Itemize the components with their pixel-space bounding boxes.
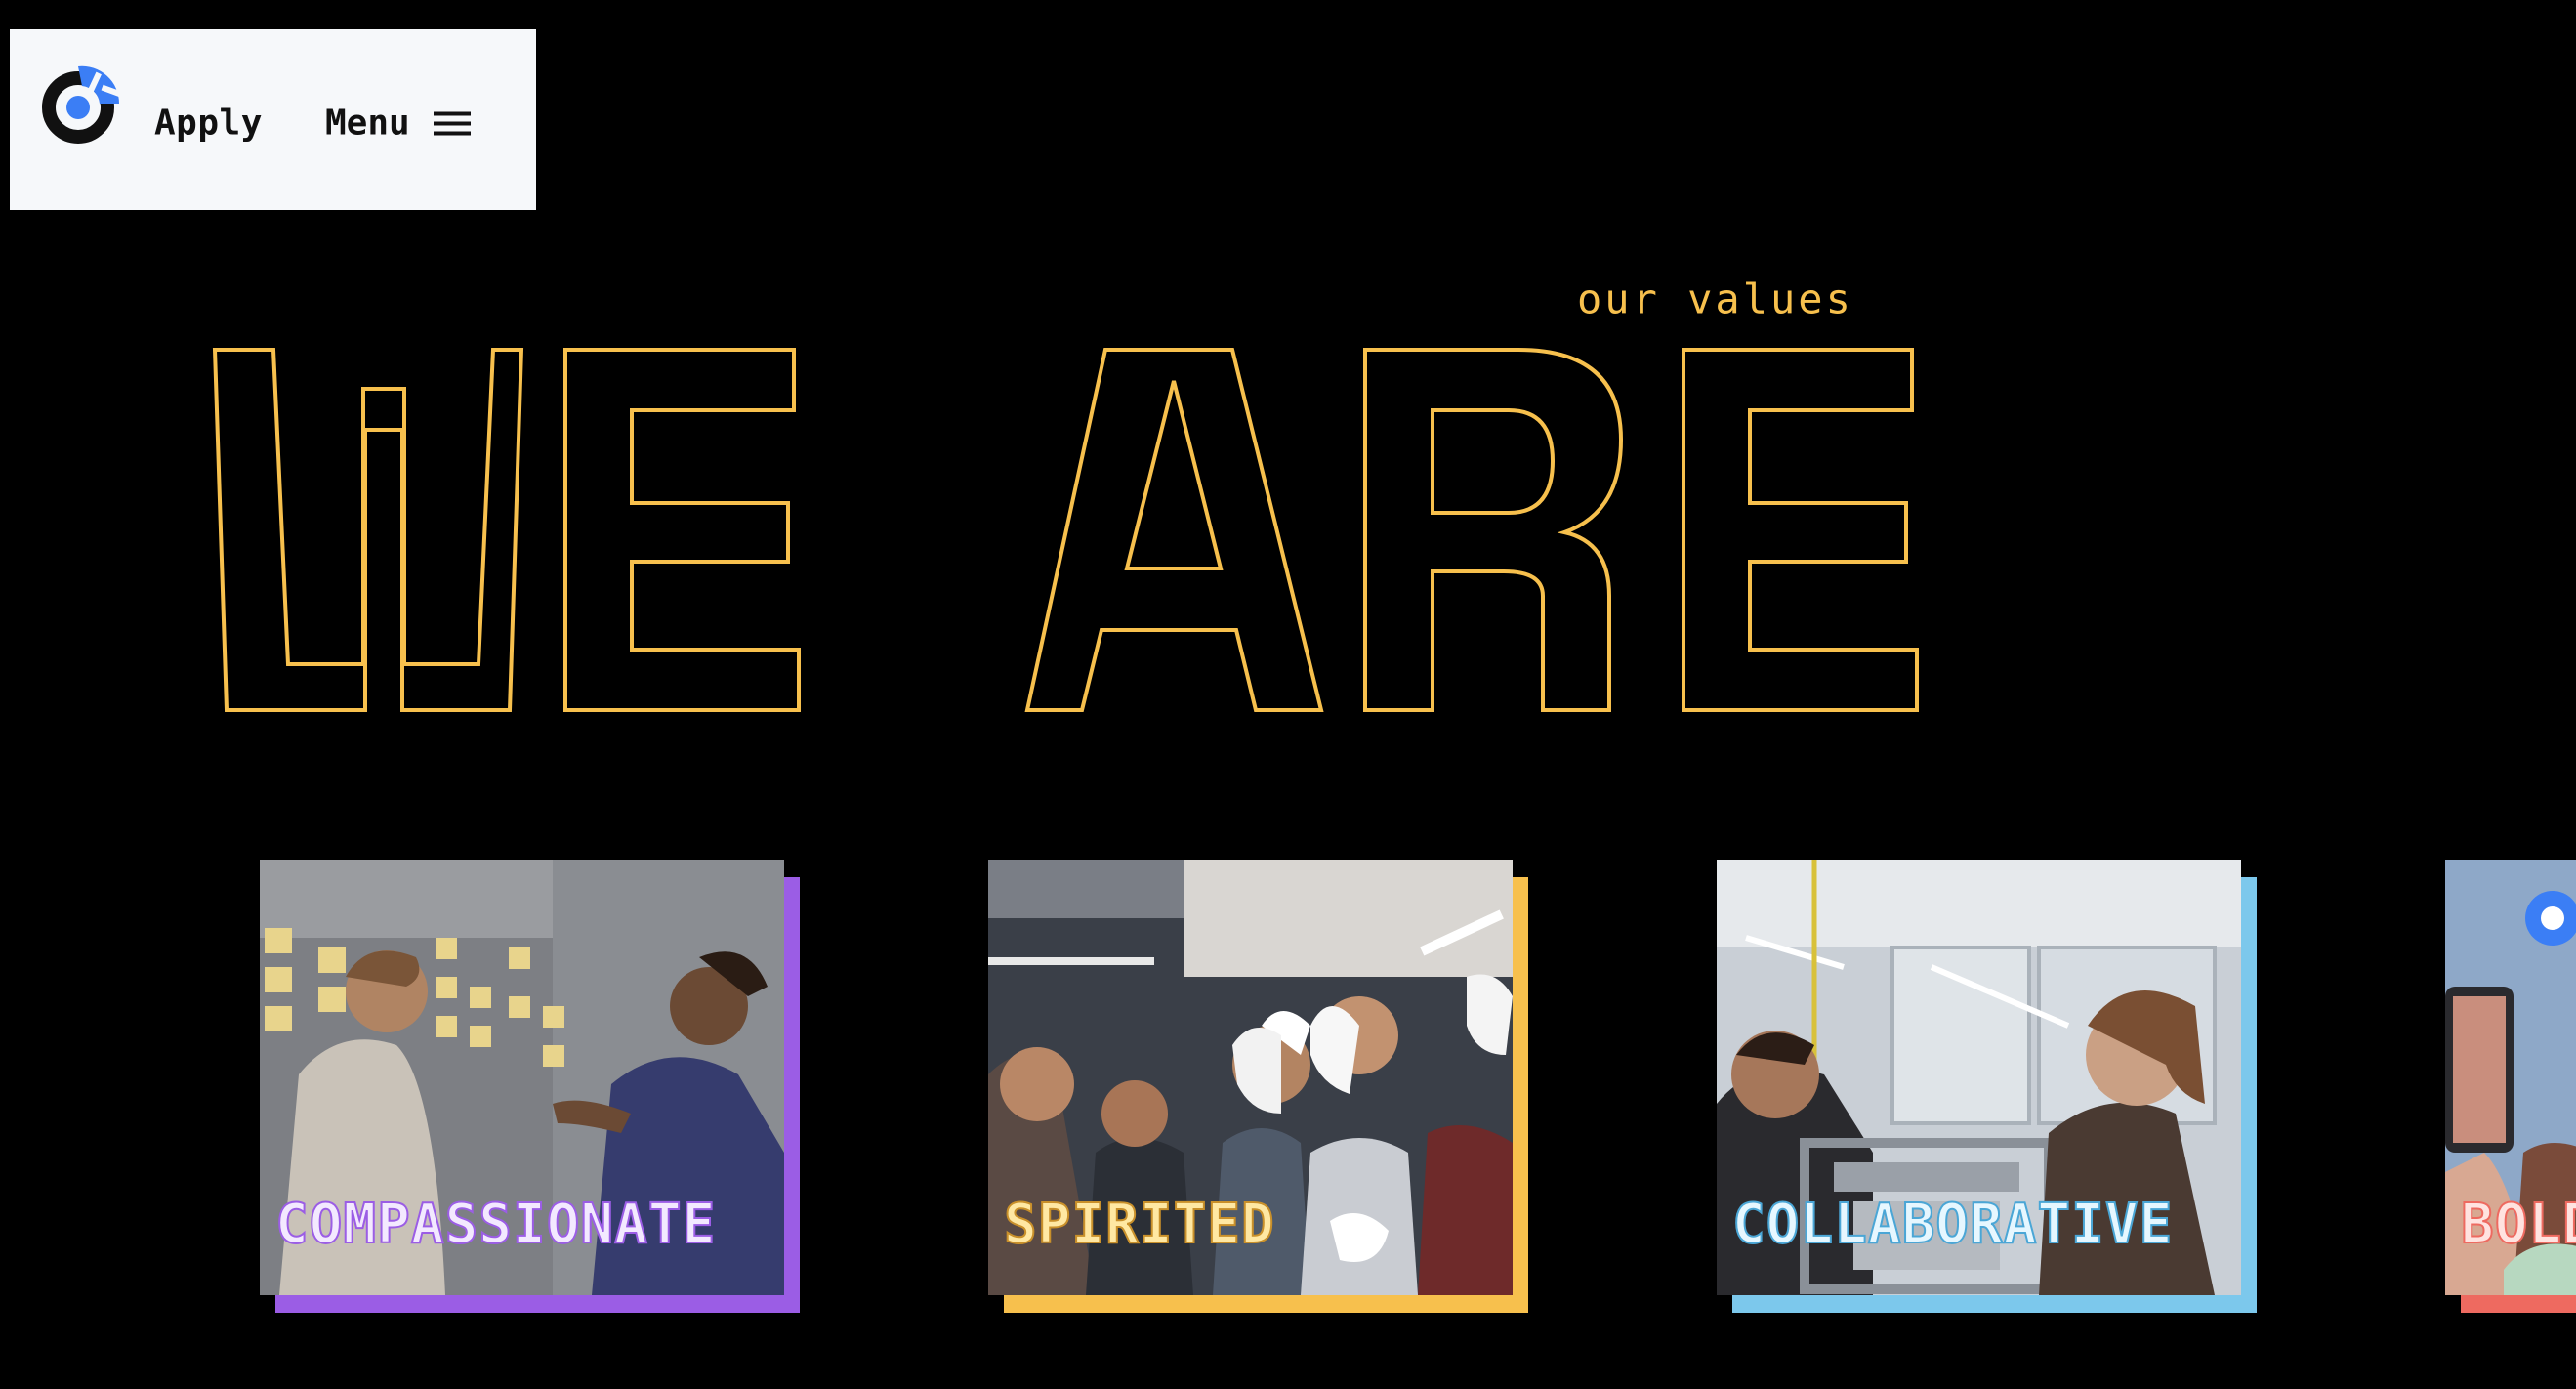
menu-button[interactable]: Menu <box>325 104 471 144</box>
headline-letter-r <box>1363 348 1624 712</box>
value-label: COLLABORATIVE <box>1731 1193 2174 1256</box>
value-label: BOLD <box>2460 1193 2576 1256</box>
headline-letter-a <box>1024 348 1324 712</box>
site-header: Apply Menu <box>10 29 536 210</box>
hamburger-icon <box>433 111 471 135</box>
value-card-collaborative[interactable]: COLLABORATIVE <box>1717 860 2257 1313</box>
menu-label: Menu <box>325 103 410 144</box>
headline-letter-e2 <box>1682 348 1919 712</box>
headline-letter-w <box>212 348 524 712</box>
page: Apply Menu our values COMPASSIONATE SPIR… <box>0 0 2576 1389</box>
section-eyebrow: our values <box>1577 274 1853 323</box>
apply-link[interactable]: Apply <box>154 104 263 144</box>
value-card-compassionate[interactable]: COMPASSIONATE <box>260 860 800 1313</box>
value-card-bold[interactable]: BOLD <box>2445 860 2576 1313</box>
value-label: SPIRITED <box>1003 1193 1275 1256</box>
circle-logo-icon[interactable] <box>39 59 127 147</box>
value-label: COMPASSIONATE <box>274 1193 717 1256</box>
value-card-spirited[interactable]: SPIRITED <box>988 860 1528 1313</box>
headline-letter-e <box>563 348 801 712</box>
